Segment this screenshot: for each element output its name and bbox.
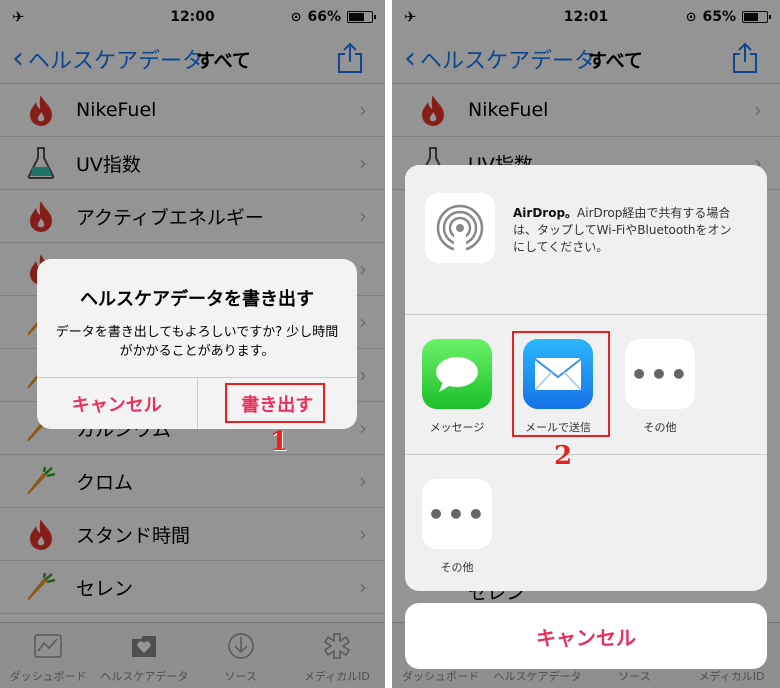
alert-title: ヘルスケアデータを書き出す bbox=[80, 289, 314, 310]
more-icon: ••• bbox=[625, 339, 695, 409]
messages-icon bbox=[422, 339, 492, 409]
share-actions-row: ••• その他 bbox=[405, 455, 767, 591]
step-number: 2 bbox=[554, 441, 573, 471]
alert-cancel-button[interactable]: キャンセル bbox=[37, 378, 198, 429]
airdrop-description: AirDrop。AirDrop経由で共有する場合は、タップしてWi-FiやBlu… bbox=[513, 206, 732, 254]
app-label: メッセージ bbox=[429, 421, 485, 434]
airdrop-section: AirDrop。AirDrop経由で共有する場合は、タップしてWi-FiやBlu… bbox=[405, 165, 767, 315]
alert-message: データを書き出してもよろしいですか? 少し時間がかかることがあります。 bbox=[55, 325, 339, 359]
more-actions[interactable]: ••• その他 bbox=[419, 479, 495, 575]
airdrop-icon[interactable] bbox=[425, 193, 495, 263]
highlight-box bbox=[225, 383, 325, 423]
more-icon: ••• bbox=[422, 479, 492, 549]
step-number: 1 bbox=[270, 427, 289, 457]
app-label: その他 bbox=[643, 421, 677, 434]
more-apps[interactable]: ••• その他 bbox=[622, 339, 698, 435]
highlight-box bbox=[512, 331, 610, 437]
left-screenshot: ✈ 12:00 ⊙ 66% ‹ ヘルスケアデータ すべて NikeFuel › UV… bbox=[0, 0, 385, 688]
action-label: その他 bbox=[440, 561, 474, 574]
messages-app[interactable]: メッセージ bbox=[419, 339, 495, 435]
right-screenshot: ✈ 12:01 ⊙ 65% ‹ ヘルスケアデータ すべて NikeFuel›UV… bbox=[392, 0, 780, 688]
share-cancel-button[interactable]: キャンセル bbox=[405, 603, 767, 669]
